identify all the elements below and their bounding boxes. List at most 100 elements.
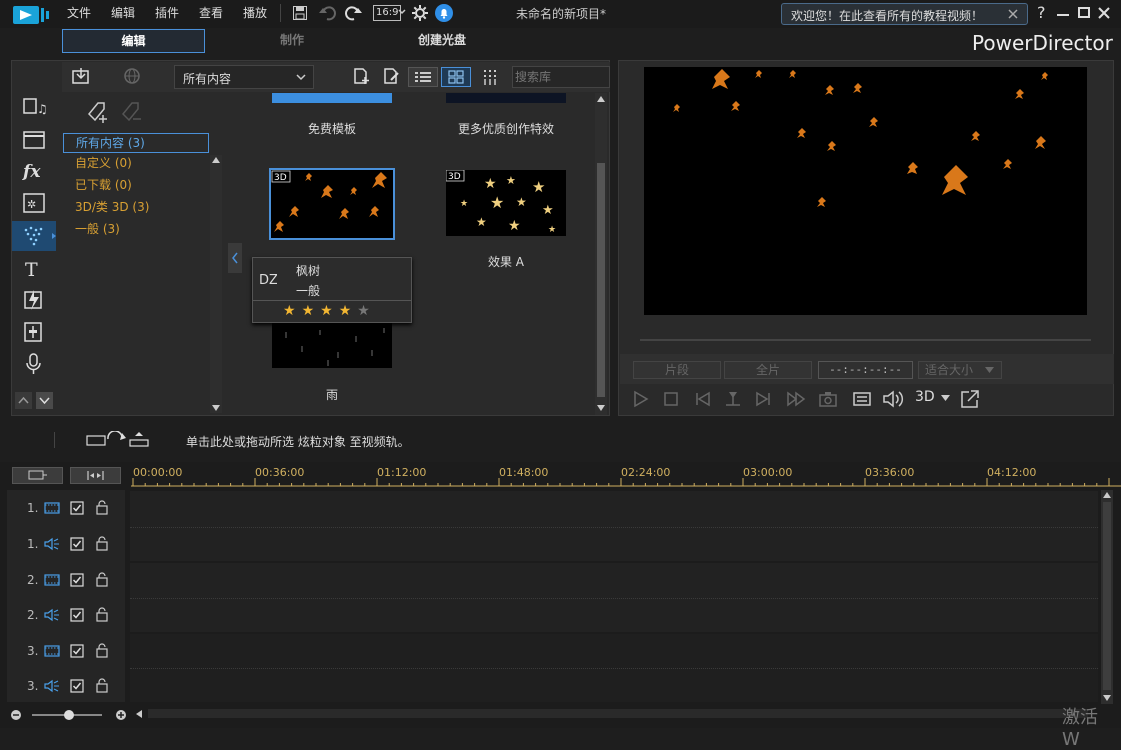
track-lock-icon[interactable] (95, 607, 109, 622)
import-media-icon[interactable] (71, 67, 91, 85)
welcome-banner[interactable]: 欢迎您！在此查看所有的教程视频！ (781, 3, 1028, 25)
track-header-audio[interactable]: 1. (7, 527, 125, 562)
tab-edit[interactable]: 编辑 (62, 29, 205, 53)
track-enable-checkbox[interactable] (70, 501, 84, 515)
category-3d[interactable]: 3D/类 3D (3) (63, 198, 209, 218)
library-filter-dropdown[interactable]: 所有内容 (174, 65, 314, 89)
stop-icon[interactable] (662, 390, 680, 408)
menu-edit[interactable]: 编辑 (111, 4, 135, 21)
track-lock-icon[interactable] (95, 500, 109, 515)
track-manager-button[interactable] (12, 467, 63, 484)
more-effects-thumbnail[interactable] (446, 93, 566, 103)
snapshot-camera-icon[interactable] (818, 390, 838, 408)
track-lock-icon[interactable] (95, 572, 109, 587)
close-window-icon[interactable] (1098, 7, 1110, 19)
pip-room-icon[interactable]: ✲ (12, 189, 56, 217)
rain-thumbnail[interactable] (272, 322, 392, 368)
3d-mode-button[interactable]: 3D (915, 389, 935, 405)
add-to-track-icon[interactable] (86, 431, 152, 449)
save-icon[interactable] (292, 5, 308, 21)
split-marker-icon[interactable] (724, 390, 742, 408)
scroll-down-rooms-icon[interactable] (36, 392, 53, 409)
category-downloaded[interactable]: 已下载 (0) (63, 176, 209, 196)
free-template-thumbnail[interactable] (272, 93, 392, 103)
timeline-vertical-scrollbar[interactable] (1101, 490, 1113, 704)
particle-room-icon[interactable] (12, 221, 56, 251)
edit-item-icon[interactable] (382, 67, 400, 85)
maple-particle-thumbnail[interactable]: 3D (269, 168, 395, 240)
audio-mix-room-icon[interactable] (12, 318, 56, 346)
track-enable-checkbox[interactable] (70, 537, 84, 551)
download-content-icon[interactable] (123, 67, 141, 85)
grid-view-button[interactable] (441, 67, 471, 87)
scroll-up-rooms-icon[interactable] (15, 392, 32, 409)
track-header-video[interactable]: 2. (7, 563, 125, 598)
track-lock-icon[interactable] (95, 678, 109, 693)
track-lock-icon[interactable] (95, 643, 109, 658)
scroll-left-icon[interactable] (134, 709, 144, 719)
track-lock-icon[interactable] (95, 536, 109, 551)
menu-play[interactable]: 播放 (243, 4, 267, 21)
preview-seek-bar[interactable] (640, 339, 1091, 341)
menu-view[interactable]: 查看 (199, 4, 223, 21)
zoom-in-icon[interactable] (115, 709, 127, 721)
close-banner-icon[interactable] (1008, 9, 1018, 19)
undock-preview-icon[interactable] (960, 389, 980, 409)
tab-produce[interactable]: 制作 (222, 29, 362, 53)
track-enable-checkbox[interactable] (70, 573, 84, 587)
track-header-video[interactable]: 3. (7, 634, 125, 669)
collapse-pane-button[interactable] (228, 243, 242, 273)
track-header-audio[interactable]: 2. (7, 598, 125, 633)
zoom-slider[interactable] (32, 710, 102, 720)
clip-mode-button[interactable]: 片段 (633, 361, 721, 379)
zoom-out-icon[interactable] (10, 709, 22, 721)
new-item-icon[interactable] (352, 67, 370, 85)
media-room-button[interactable]: ♫ (12, 93, 56, 121)
next-frame-icon[interactable] (754, 390, 772, 408)
add-tag-icon[interactable] (86, 100, 110, 124)
movie-mode-button[interactable]: 全片 (724, 361, 812, 379)
previous-frame-icon[interactable] (694, 390, 712, 408)
help-button[interactable]: ? (1037, 3, 1046, 22)
track-lane-1[interactable] (130, 491, 1098, 561)
track-enable-checkbox[interactable] (70, 644, 84, 658)
list-view-button[interactable] (408, 67, 438, 87)
tab-create-disc[interactable]: 创建光盘 (372, 29, 512, 53)
chevron-down-icon[interactable] (398, 9, 406, 15)
category-general[interactable]: 一般 (3) (63, 220, 209, 240)
timecode-field[interactable]: --:--:--:-- (818, 361, 913, 379)
transition-room-icon[interactable] (12, 286, 56, 314)
track-enable-checkbox[interactable] (70, 679, 84, 693)
library-scrollbar-thumb[interactable] (597, 163, 605, 397)
undo-icon[interactable] (319, 5, 337, 21)
fit-size-dropdown[interactable]: 适合大小 (918, 361, 1002, 379)
timeline-vertical-scrollbar-thumb[interactable] (1103, 502, 1111, 690)
effect-a-thumbnail[interactable]: ★ ★ ★ ★ ★ ★ ★ ★ ★ ★ 3D (446, 170, 566, 236)
category-scrollbar[interactable] (210, 155, 222, 413)
fast-forward-icon[interactable] (786, 390, 806, 408)
timeline-horizontal-scrollbar[interactable] (148, 709, 1088, 718)
fit-timeline-button[interactable] (70, 467, 121, 484)
settings-gear-icon[interactable] (411, 4, 429, 22)
volume-icon[interactable] (882, 389, 904, 409)
voice-over-room-icon[interactable] (12, 350, 56, 378)
minimize-icon[interactable] (1057, 14, 1069, 16)
menu-plugin[interactable]: 插件 (155, 4, 179, 21)
category-custom[interactable]: 自定义 (0) (63, 154, 209, 174)
template-room-icon[interactable] (12, 126, 56, 154)
track-header-video[interactable]: 1. (7, 491, 125, 526)
track-enable-checkbox[interactable] (70, 608, 84, 622)
sort-icon[interactable] (482, 68, 500, 86)
library-search-input[interactable] (512, 66, 610, 88)
zoom-slider-thumb[interactable] (63, 710, 74, 720)
remove-tag-icon[interactable] (120, 100, 144, 124)
3d-dropdown-icon[interactable] (941, 395, 950, 401)
menu-file[interactable]: 文件 (67, 4, 91, 21)
library-scrollbar[interactable] (595, 93, 607, 415)
track-header-audio[interactable]: 3. (7, 669, 125, 704)
notification-bell-icon[interactable] (435, 4, 453, 22)
play-icon[interactable] (632, 390, 650, 408)
fx-room-icon[interactable]: fx (12, 157, 56, 185)
title-room-icon[interactable]: T (12, 255, 56, 283)
maximize-icon[interactable] (1078, 7, 1090, 18)
